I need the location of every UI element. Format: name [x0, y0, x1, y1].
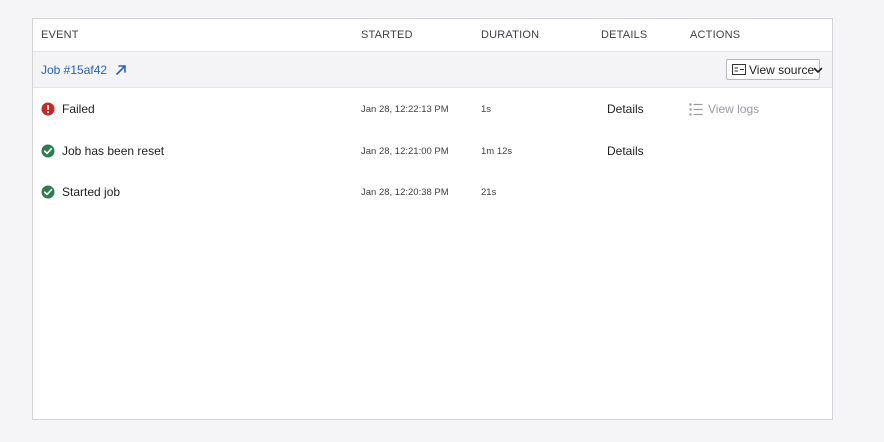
- event-started: Jan 28, 12:20:38 PM: [361, 187, 449, 198]
- event-duration: 1s: [481, 104, 492, 115]
- table-row: Started job Jan 28, 12:20:38 PM 21s: [33, 172, 832, 212]
- check-circle-icon: [41, 144, 55, 158]
- list-icon: [689, 102, 703, 116]
- event-started: Jan 28, 12:21:00 PM: [361, 146, 449, 157]
- event-label: Failed: [62, 102, 95, 116]
- table-row: Job has been reset Jan 28, 12:21:00 PM 1…: [33, 131, 832, 171]
- details-link[interactable]: Details: [607, 102, 644, 116]
- event-label: Job has been reset: [62, 144, 165, 158]
- job-events-panel: EVENT STARTED DURATION DETAILS ACTIONS J…: [32, 18, 833, 420]
- column-header-started: STARTED: [361, 29, 413, 41]
- event-label: Started job: [62, 185, 121, 199]
- table-row: Failed Jan 28, 12:22:13 PM 1s Details Vi…: [33, 89, 832, 129]
- view-source-label: View source: [749, 62, 815, 77]
- job-group-row: Job #15af42 View source: [33, 52, 832, 88]
- event-started: Jan 28, 12:22:13 PM: [361, 104, 449, 115]
- external-link-arrow-icon: [116, 65, 126, 75]
- job-link-label: Job #15af42: [41, 63, 108, 77]
- view-source-button[interactable]: View source: [726, 59, 821, 80]
- column-header-event: EVENT: [41, 29, 79, 41]
- error-icon: [41, 102, 55, 116]
- view-logs-label: View logs: [708, 102, 760, 116]
- column-header-duration: DURATION: [481, 29, 540, 41]
- chevron-down-icon[interactable]: [812, 64, 824, 76]
- event-duration: 21s: [481, 187, 497, 198]
- job-link[interactable]: Job #15af42: [41, 63, 127, 77]
- check-circle-icon: [41, 185, 55, 199]
- table-header: EVENT STARTED DURATION DETAILS ACTIONS: [33, 19, 832, 52]
- column-header-details: DETAILS: [601, 29, 648, 41]
- details-link[interactable]: Details: [607, 144, 644, 158]
- view-logs-button[interactable]: View logs: [689, 102, 759, 116]
- source-icon: [732, 64, 746, 75]
- column-header-actions: ACTIONS: [690, 29, 741, 41]
- event-duration: 1m 12s: [481, 146, 513, 157]
